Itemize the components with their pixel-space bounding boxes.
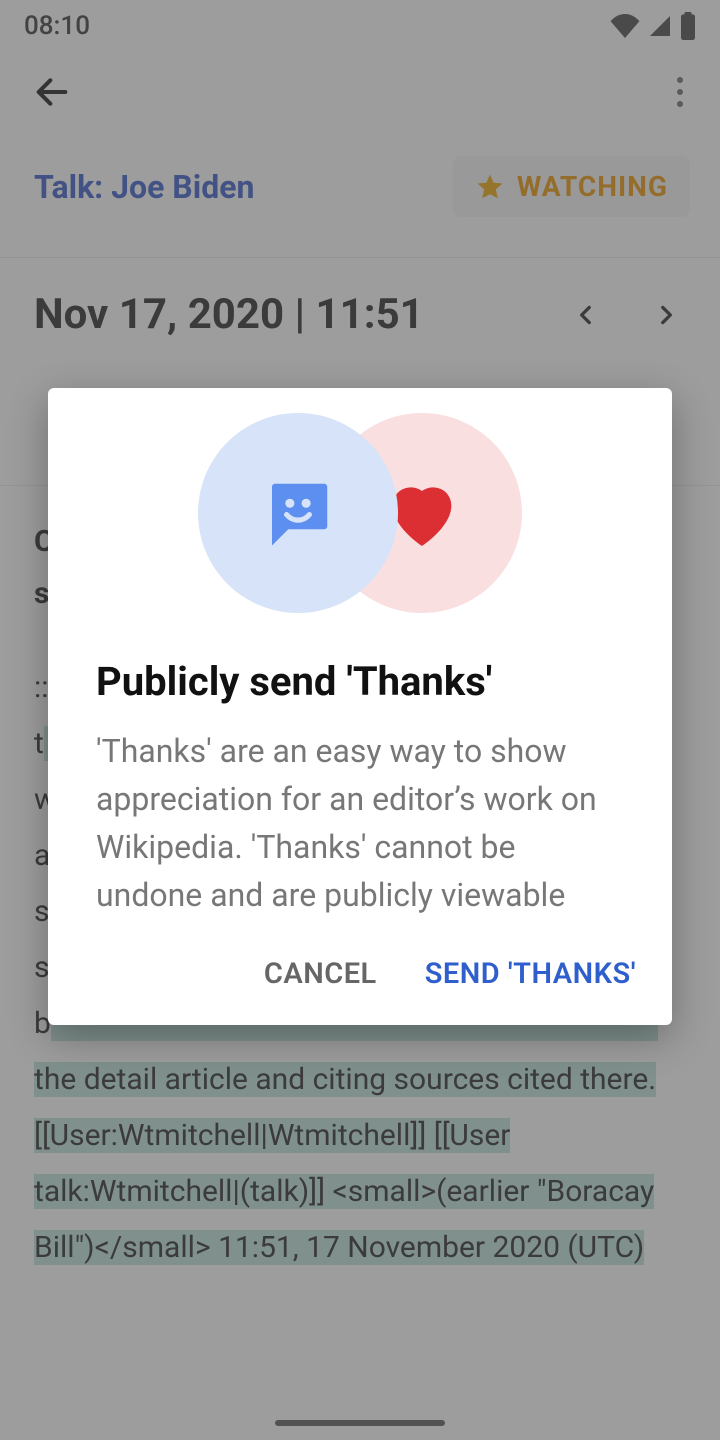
dialog-illustration: [48, 388, 672, 638]
cancel-button[interactable]: CANCEL: [264, 957, 377, 991]
dialog-scrim[interactable]: Publicly send 'Thanks' 'Thanks' are an e…: [0, 0, 720, 1440]
dialog-body: 'Thanks' are an easy way to show appreci…: [96, 727, 624, 919]
send-thanks-button[interactable]: SEND 'THANKS': [425, 957, 636, 991]
thanks-dialog: Publicly send 'Thanks' 'Thanks' are an e…: [48, 388, 672, 1025]
chat-smiley-icon: [259, 474, 337, 552]
dialog-title: Publicly send 'Thanks': [96, 658, 624, 705]
